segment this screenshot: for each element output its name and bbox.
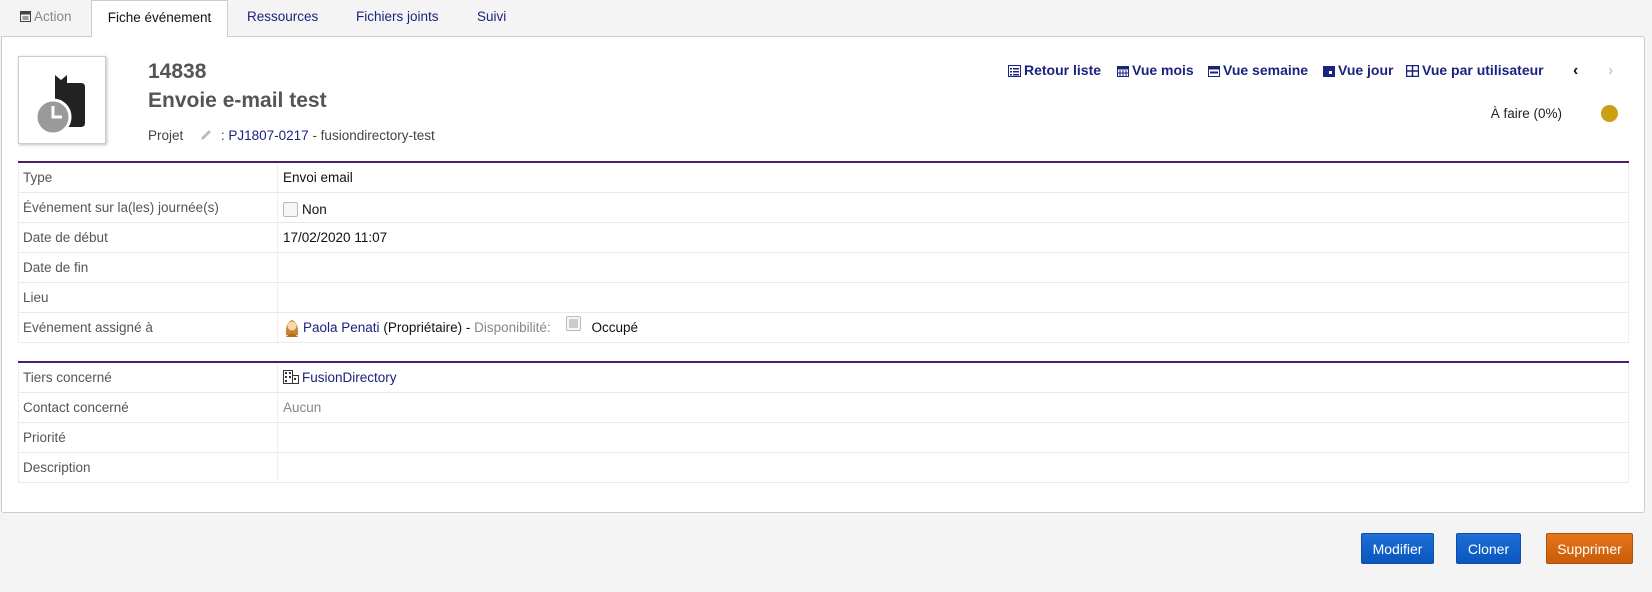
table-row: Evénement assigné à Paola Penati (Propri… xyxy=(18,313,1629,343)
thirdparty-value: FusionDirectory xyxy=(283,363,397,393)
project-line: Projet : PJ1807-0217 - fusiondirectory-t… xyxy=(148,128,435,145)
calendar-week-icon xyxy=(1208,66,1220,77)
status-indicator xyxy=(1601,105,1618,122)
table-row: Événement sur la(les) journée(s) Non xyxy=(18,193,1629,223)
per-user-view-label: Vue par utilisateur xyxy=(1422,62,1544,78)
table-row: Description xyxy=(18,453,1629,483)
event-relations-table: Tiers concerné FusionDirectory Contact c… xyxy=(18,361,1629,483)
tab-fichiers-joints-label: Fichiers joints xyxy=(356,9,439,24)
thirdparty-link[interactable]: FusionDirectory xyxy=(302,370,397,385)
day-view-link[interactable]: Vue jour xyxy=(1323,62,1394,78)
end-date-label: Date de fin xyxy=(23,260,89,275)
event-details-table: Type Envoi email Événement sur la(les) j… xyxy=(18,161,1629,343)
assigned-user-link[interactable]: Paola Penati xyxy=(303,320,380,335)
week-view-link[interactable]: Vue semaine xyxy=(1208,62,1308,78)
list-icon xyxy=(1008,65,1021,77)
status-text: À faire (0%) xyxy=(1490,106,1562,121)
availability-value: Occupé xyxy=(591,320,638,335)
tab-suivi[interactable]: Suivi xyxy=(477,0,506,36)
per-user-view-link[interactable]: Vue par utilisateur xyxy=(1405,62,1544,78)
start-date-value: 17/02/2020 11:07 xyxy=(283,230,388,245)
allday-checkbox xyxy=(283,202,298,217)
month-view-link[interactable]: Vue mois xyxy=(1117,62,1194,78)
month-view-label: Vue mois xyxy=(1132,62,1194,78)
assigned-role: (Propriétaire) - xyxy=(383,320,471,335)
tab-bar: Action Fiche événement Ressources Fichie… xyxy=(0,0,1652,37)
assigned-value: Paola Penati (Propriétaire) - Disponibil… xyxy=(283,313,638,343)
event-clock-icon xyxy=(34,75,85,136)
table-row: Contact concerné Aucun xyxy=(18,393,1629,423)
assigned-label: Evénement assigné à xyxy=(23,320,153,335)
tab-suivi-label: Suivi xyxy=(477,9,507,24)
tab-ressources[interactable]: Ressources xyxy=(247,0,318,36)
contact-label: Contact concerné xyxy=(23,400,129,415)
start-date-label: Date de début xyxy=(23,230,108,245)
place-label: Lieu xyxy=(23,290,49,305)
allday-text: Non xyxy=(302,202,327,217)
tab-fiche-evenement[interactable]: Fiche événement xyxy=(91,0,228,37)
tab-action[interactable]: Action xyxy=(20,0,72,36)
type-value: Envoi email xyxy=(283,170,353,185)
tab-ressources-label: Ressources xyxy=(247,9,319,24)
day-view-label: Vue jour xyxy=(1338,62,1394,78)
clone-button[interactable]: Cloner xyxy=(1456,533,1521,564)
project-separator: : xyxy=(220,128,225,143)
back-list-link[interactable]: Retour liste xyxy=(1008,62,1101,78)
tab-fichiers-joints[interactable]: Fichiers joints xyxy=(356,0,439,36)
project-label: Projet xyxy=(148,128,184,143)
project-ref-link[interactable]: PJ1807-0217 xyxy=(228,128,308,143)
project-name: - fusiondirectory-test xyxy=(312,128,435,143)
availability-checkbox xyxy=(566,316,582,331)
tab-action-label: Action xyxy=(34,9,72,24)
week-view-label: Vue semaine xyxy=(1223,62,1309,78)
table-row: Date de fin xyxy=(18,253,1629,283)
table-row: Lieu xyxy=(18,283,1629,313)
calendar-month-icon xyxy=(1117,66,1129,77)
user-avatar-icon xyxy=(285,320,299,337)
table-row: Tiers concerné FusionDirectory xyxy=(18,363,1629,393)
allday-value: Non xyxy=(283,195,327,225)
event-ref: 14838 xyxy=(148,60,207,83)
modify-button[interactable]: Modifier xyxy=(1361,533,1434,564)
pencil-icon[interactable] xyxy=(199,128,213,145)
tab-fiche-evenement-label: Fiche événement xyxy=(107,10,212,25)
type-label: Type xyxy=(23,170,53,185)
back-list-label: Retour liste xyxy=(1024,62,1102,78)
delete-button[interactable]: Supprimer xyxy=(1546,533,1633,564)
availability-label: Disponibilité: xyxy=(474,320,551,335)
priority-label: Priorité xyxy=(23,430,66,445)
grid-icon xyxy=(1405,64,1420,78)
calendar-day-icon xyxy=(1323,66,1335,77)
previous-arrow-icon[interactable]: ‹ xyxy=(1573,62,1578,80)
table-row: Date de début 17/02/2020 11:07 xyxy=(18,223,1629,253)
allday-label: Événement sur la(les) journée(s) xyxy=(23,200,219,215)
next-arrow-icon[interactable]: › xyxy=(1608,62,1613,80)
event-title: Envoie e-mail test xyxy=(148,89,327,112)
description-label: Description xyxy=(23,460,91,475)
table-row: Type Envoi email xyxy=(18,163,1629,193)
building-icon xyxy=(283,370,299,384)
thirdparty-label: Tiers concerné xyxy=(23,370,112,385)
event-picture xyxy=(18,56,106,144)
contact-value: Aucun xyxy=(283,400,322,415)
calendar-icon xyxy=(20,11,31,22)
table-row: Priorité xyxy=(18,423,1629,453)
